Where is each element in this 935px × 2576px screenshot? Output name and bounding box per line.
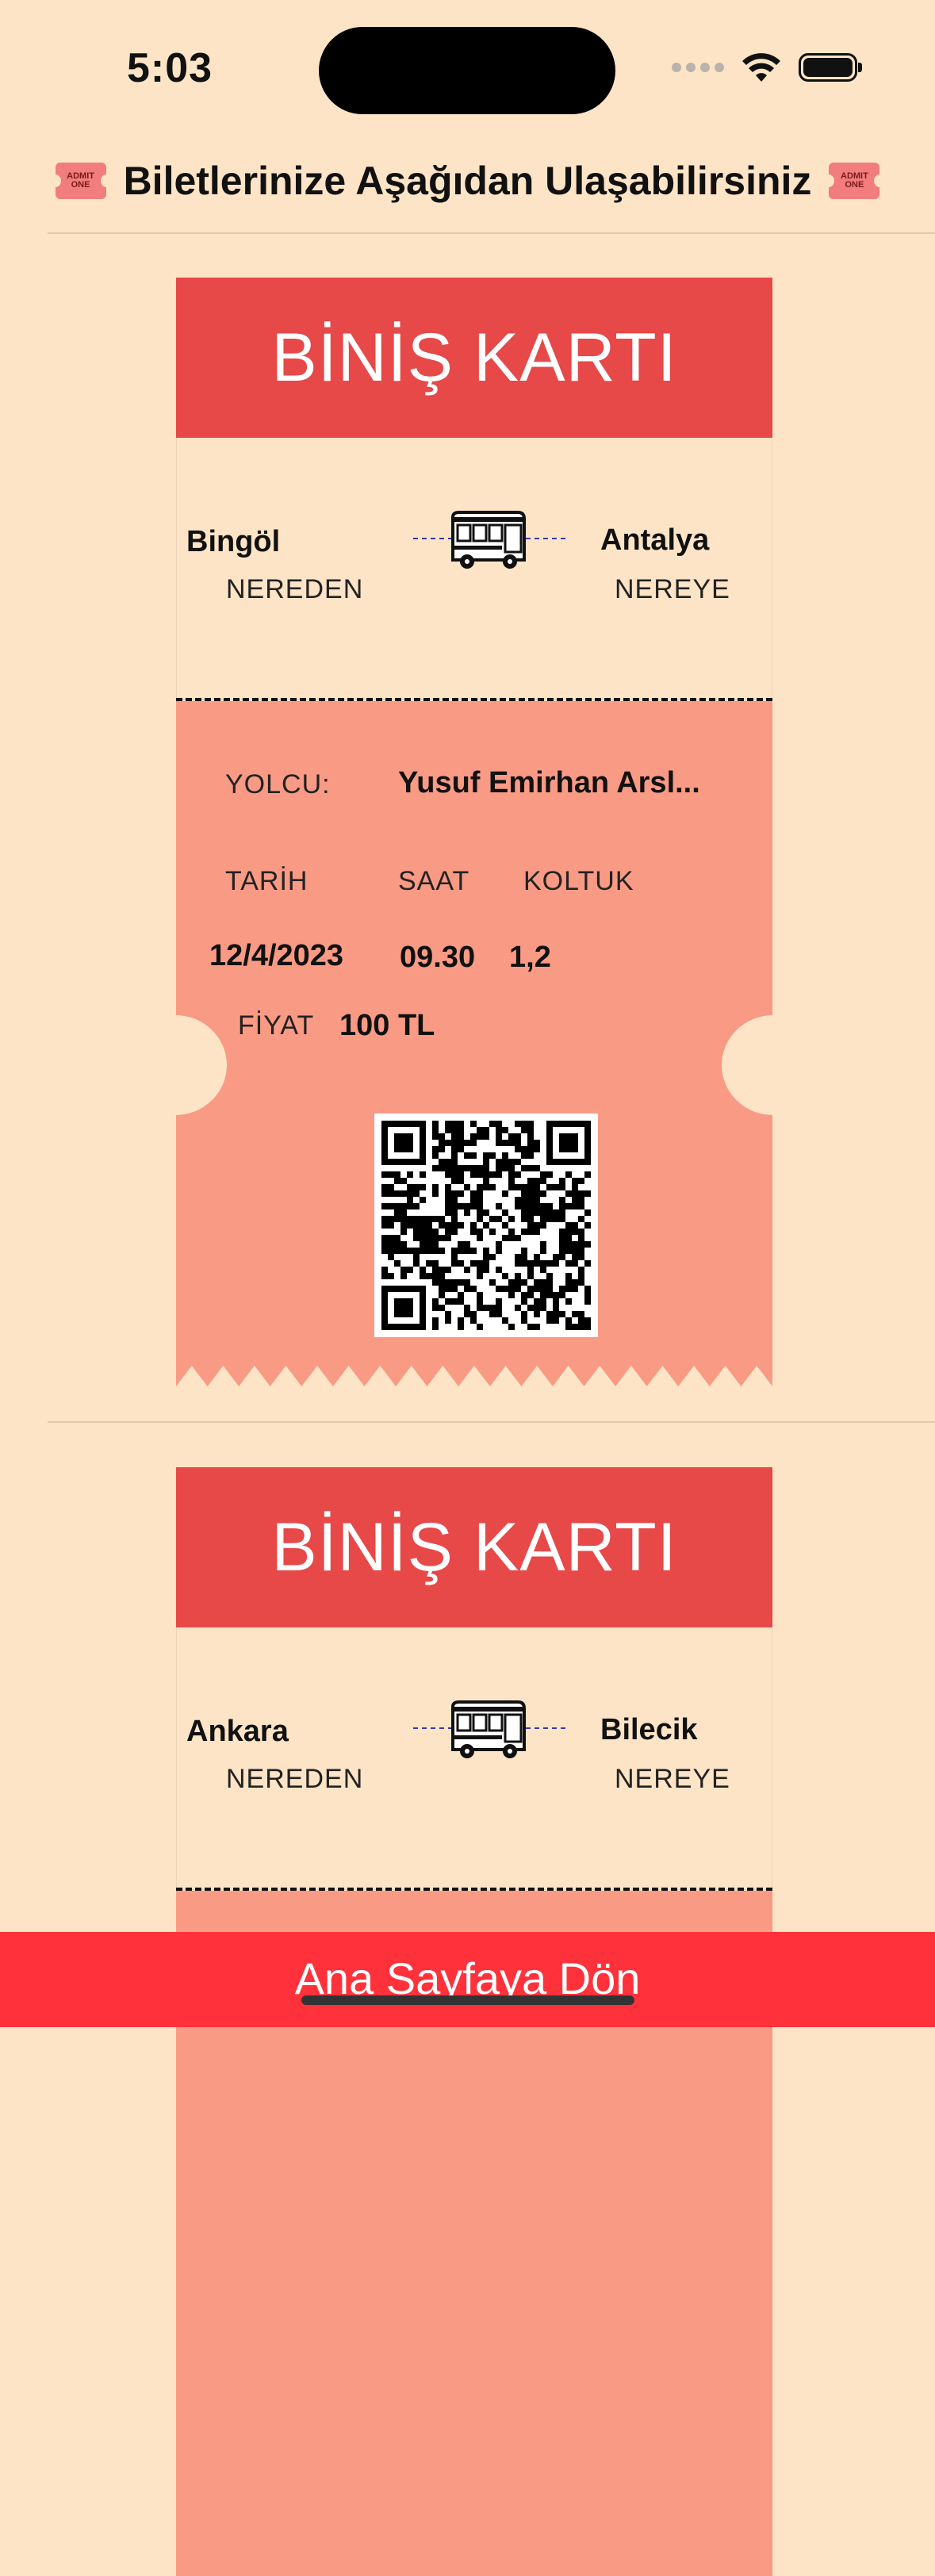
qr-code: [374, 1114, 598, 1337]
seat-value: 1,2: [509, 941, 551, 974]
from-city: Ankara: [186, 1715, 289, 1748]
seat-label: KOLTUK: [523, 866, 634, 896]
ticket-route: Ankara NEREDEN Bilecik NEREYE: [176, 1627, 772, 1890]
price-label: FİYAT: [238, 1010, 315, 1041]
date-value: 12/4/2023: [209, 939, 344, 972]
bus-icon: [451, 1700, 526, 1758]
battery-icon: [799, 53, 862, 82]
list-divider: [48, 1421, 935, 1423]
home-indicator: [301, 1995, 634, 2005]
ticket-card[interactable]: BİNİŞ KARTI Bingöl NEREDEN Antalya NEREY…: [124, 278, 825, 1386]
ticket-notch-right: [722, 1015, 825, 1115]
price-value: 100 TL: [339, 1009, 435, 1042]
to-city: Antalya: [600, 523, 710, 557]
ticket-details: YOLCU: Yusuf Emirhan Arsl... TARİH SAAT …: [124, 701, 825, 1386]
status-icons: [672, 49, 862, 86]
date-label: TARİH: [225, 866, 308, 896]
list-divider: [48, 232, 935, 234]
to-city: Bilecik: [600, 1713, 698, 1746]
bus-route-graphic: [407, 1700, 565, 1764]
bus-route-graphic: [407, 511, 565, 574]
back-to-home-button[interactable]: Ana Sayfaya Dön: [0, 1932, 935, 2027]
ticket-route: Bingöl NEREDEN Antalya NEREYE: [176, 438, 772, 700]
passenger-name: Yusuf Emirhan Arsl...: [398, 766, 700, 799]
bus-icon: [451, 511, 526, 569]
to-caption: NEREYE: [615, 1764, 730, 1794]
status-time: 5:03: [127, 45, 213, 91]
wifi-icon: [742, 53, 780, 82]
admit-one-ticket-icon: ADMIT ONE: [49, 163, 112, 199]
page-title: Biletlerinize Aşağıdan Ulaşabilirsiniz: [123, 159, 812, 203]
to-caption: NEREYE: [615, 574, 730, 604]
admit-one-ticket-icon: ADMIT ONE: [823, 163, 886, 199]
time-label: SAAT: [398, 866, 470, 896]
ticket-notch-left: [124, 1015, 227, 1115]
passenger-label: YOLCU:: [225, 769, 331, 799]
ticket-header: BİNİŞ KARTI: [176, 278, 772, 438]
ticket-title: BİNİŞ KARTI: [271, 1508, 677, 1585]
page-header: ADMIT ONE Biletlerinize Aşağıdan Ulaşabil…: [0, 155, 935, 206]
cellular-signal-icon: [672, 63, 724, 72]
dynamic-island: [319, 27, 615, 114]
ticket-zigzag-edge: [176, 1366, 772, 1386]
from-caption: NEREDEN: [226, 1764, 364, 1794]
ticket-header: BİNİŞ KARTI: [176, 1467, 772, 1627]
time-value: 09.30: [400, 941, 476, 974]
from-caption: NEREDEN: [226, 574, 364, 604]
ticket-title: BİNİŞ KARTI: [271, 319, 677, 396]
from-city: Bingöl: [186, 525, 281, 558]
